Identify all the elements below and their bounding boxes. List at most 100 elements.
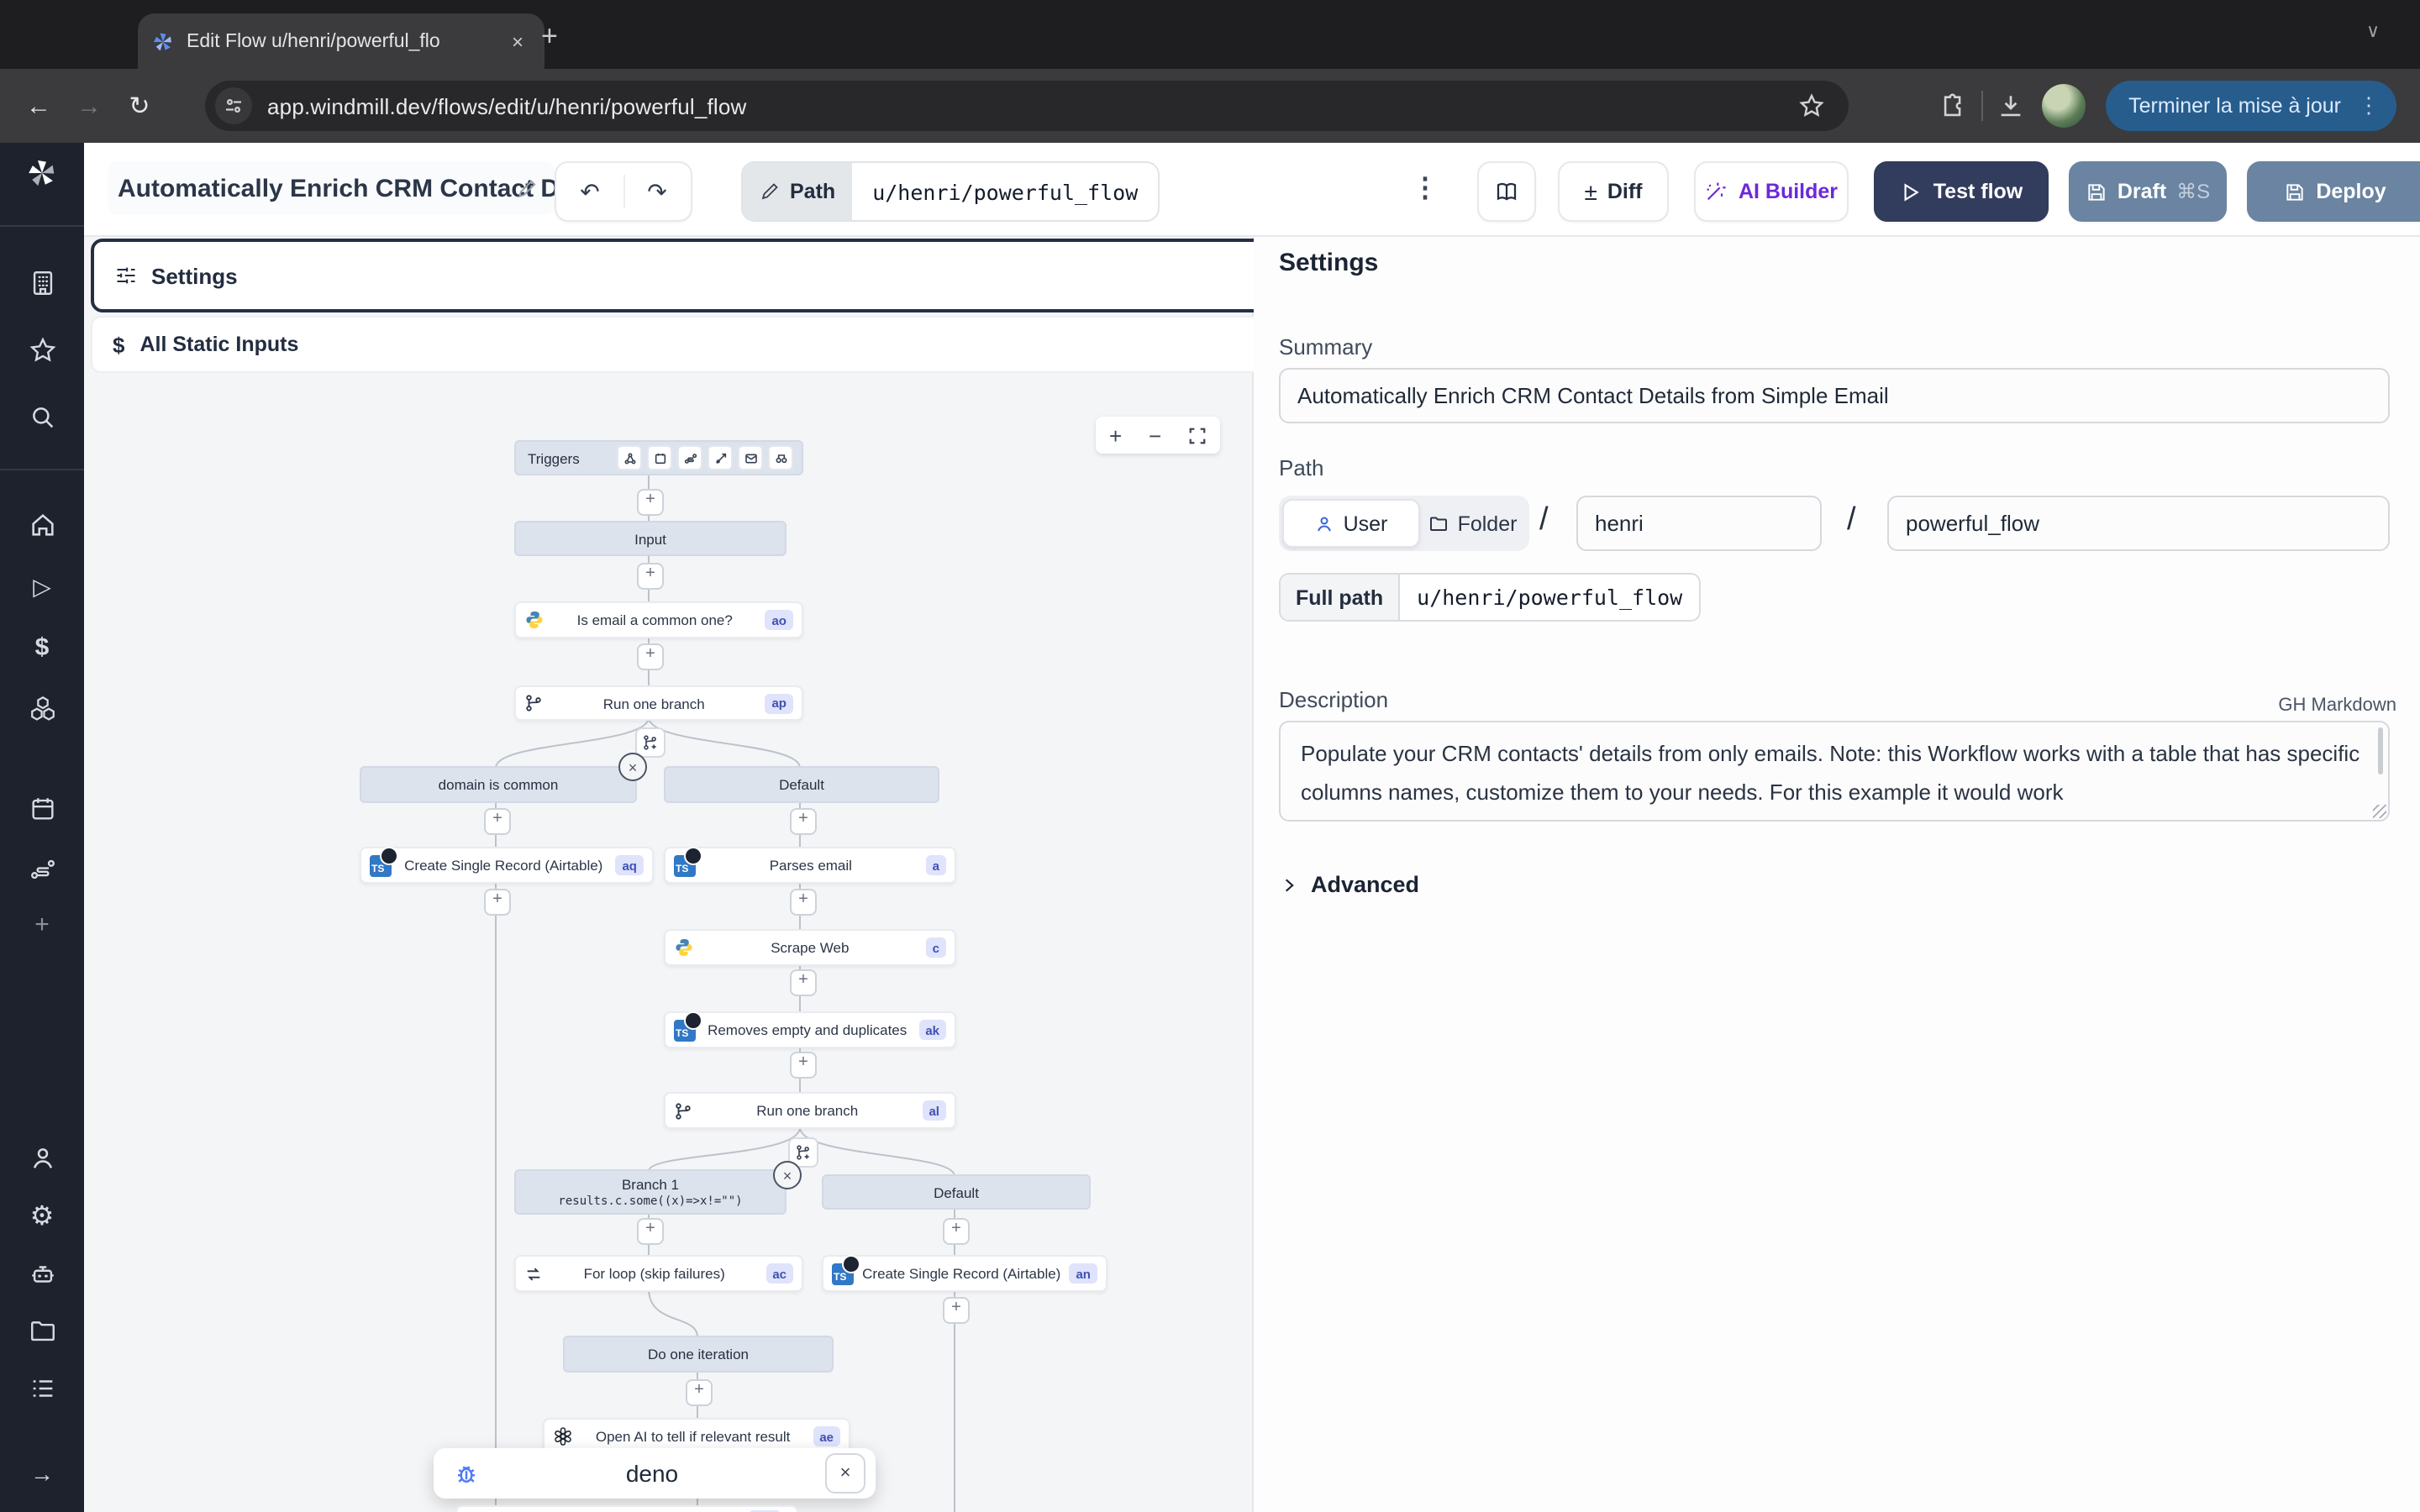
add-step-button[interactable]: +: [637, 563, 664, 590]
schedule-trigger-icon[interactable]: [647, 445, 672, 470]
flow-settings-selector[interactable]: Settings: [91, 239, 1281, 312]
all-static-inputs-selector[interactable]: $ All Static Inputs: [91, 316, 1277, 373]
user-toggle[interactable]: User: [1282, 499, 1420, 548]
tab-search-chevron-icon[interactable]: ∨: [2366, 20, 2380, 42]
folder-toggle[interactable]: Folder: [1420, 512, 1526, 535]
webhook-trigger-icon[interactable]: [617, 445, 642, 470]
save-draft-button[interactable]: Draft ⌘S: [2069, 161, 2227, 222]
branch-node-default-2[interactable]: Default: [822, 1174, 1091, 1210]
settings-gear-icon[interactable]: ⚙: [0, 1200, 84, 1233]
forward-icon[interactable]: →: [64, 92, 114, 120]
browser-tab[interactable]: Edit Flow u/henri/powerful_flo ×: [138, 13, 544, 69]
resources-cubes-icon[interactable]: [0, 694, 84, 722]
advanced-section-toggle[interactable]: Advanced: [1281, 872, 1419, 897]
flow-node-create-record-1[interactable]: TS Create Single Record (Airtable) aq: [360, 847, 654, 884]
add-step-button[interactable]: +: [484, 808, 511, 835]
more-options-kebab-icon[interactable]: ⋮: [1412, 171, 1439, 205]
downloads-icon[interactable]: [1996, 92, 2024, 120]
browser-update-button[interactable]: Terminer la mise à jour ⋮: [2105, 81, 2396, 131]
flow-node-partial[interactable]: [455, 1505, 798, 1512]
flow-node-create-record-2[interactable]: TS Create Single Record (Airtable) an: [822, 1255, 1107, 1292]
http-route-trigger-icon[interactable]: [677, 445, 702, 470]
flow-node-parses-email[interactable]: TS Parses email a: [664, 847, 956, 884]
bookmark-star-icon[interactable]: [1798, 92, 1825, 119]
site-settings-icon[interactable]: [215, 87, 252, 124]
flow-node-run-one-branch-1[interactable]: Run one branch ap: [514, 685, 803, 721]
add-branch-button[interactable]: [635, 727, 666, 758]
flow-node-removes-empty[interactable]: TS Removes empty and duplicates ak: [664, 1011, 956, 1048]
folders-icon[interactable]: [0, 1317, 84, 1346]
test-flow-button[interactable]: Test flow: [1874, 161, 2049, 222]
tab-close-icon[interactable]: ×: [504, 28, 531, 55]
play-icon: [1900, 181, 1922, 202]
owner-input[interactable]: [1576, 496, 1822, 551]
popup-close-button[interactable]: ×: [825, 1453, 865, 1494]
add-step-button[interactable]: +: [790, 889, 817, 916]
add-step-button[interactable]: +: [637, 489, 664, 516]
zoom-in-button[interactable]: +: [1109, 424, 1122, 446]
workspace-icon[interactable]: [0, 269, 84, 297]
address-bar[interactable]: app.windmill.dev/flows/edit/u/henri/powe…: [205, 81, 1849, 131]
textarea-scrollbar[interactable]: [2378, 727, 2383, 774]
reload-icon[interactable]: ↻: [114, 91, 165, 121]
flows-route-icon[interactable]: [0, 855, 84, 884]
flow-name-input[interactable]: [1887, 496, 2390, 551]
profile-avatar[interactable]: [2041, 84, 2085, 128]
search-icon[interactable]: [0, 403, 84, 432]
diff-button[interactable]: ± Diff: [1558, 161, 1669, 222]
expand-sidebar-arrow-icon[interactable]: →: [0, 1460, 84, 1487]
description-textarea[interactable]: Populate your CRM contacts' details from…: [1279, 721, 2390, 822]
branch-node-branch-1[interactable]: Branch 1 results.c.some((x)=>x!=""): [514, 1169, 786, 1215]
scrape-trigger-icon[interactable]: [768, 445, 793, 470]
schedules-calendar-icon[interactable]: [0, 795, 84, 823]
summary-input[interactable]: [1279, 368, 2390, 423]
flow-node-scrape-web[interactable]: Scrape Web c: [664, 929, 956, 966]
flow-node-do-one-iteration[interactable]: Do one iteration: [563, 1336, 834, 1373]
textarea-resize-grip[interactable]: [2373, 805, 2386, 818]
branch-node-default-1[interactable]: Default: [664, 766, 939, 803]
remove-branch-button[interactable]: ×: [618, 753, 647, 781]
remove-branch-button[interactable]: ×: [773, 1161, 802, 1189]
add-step-button[interactable]: +: [943, 1218, 970, 1245]
flow-node-is-email-common[interactable]: Is email a common one? ao: [514, 601, 803, 638]
branch-node-domain-is-common[interactable]: domain is common: [360, 766, 637, 803]
redo-button[interactable]: ↷: [624, 177, 690, 206]
docs-book-button[interactable]: [1477, 161, 1536, 222]
user-icon[interactable]: [0, 1144, 84, 1173]
path-chip[interactable]: Path u/henri/powerful_flow: [741, 161, 1160, 222]
windmill-logo-icon[interactable]: [0, 156, 84, 190]
favorites-star-icon[interactable]: [0, 336, 84, 365]
runs-play-icon[interactable]: ▷: [0, 573, 84, 601]
variables-dollar-icon[interactable]: $: [0, 633, 84, 662]
logs-list-icon[interactable]: [0, 1374, 84, 1403]
ai-builder-button[interactable]: AI Builder: [1694, 161, 1849, 222]
add-step-button[interactable]: +: [790, 1052, 817, 1079]
deploy-button[interactable]: Deploy ∨: [2247, 161, 2420, 222]
deno-popup[interactable]: deno ×: [434, 1448, 876, 1499]
back-icon[interactable]: ←: [13, 92, 64, 120]
home-icon[interactable]: [0, 511, 84, 539]
new-tab-button[interactable]: +: [541, 20, 558, 54]
extensions-icon[interactable]: [1939, 92, 1967, 120]
flow-node-for-loop[interactable]: For loop (skip failures) ac: [514, 1255, 803, 1292]
add-step-button[interactable]: +: [790, 969, 817, 996]
undo-button[interactable]: ↶: [557, 177, 623, 206]
flow-title[interactable]: Automatically Enrich CRM Contact D: [108, 161, 555, 215]
email-trigger-icon[interactable]: [738, 445, 763, 470]
add-step-button[interactable]: +: [637, 643, 664, 670]
add-step-button[interactable]: +: [484, 889, 511, 916]
add-step-button[interactable]: +: [686, 1379, 713, 1406]
workers-robot-icon[interactable]: [0, 1260, 84, 1289]
triggers-node[interactable]: Triggers: [514, 440, 803, 475]
add-step-button[interactable]: +: [637, 1218, 664, 1245]
flow-node-run-one-branch-2[interactable]: Run one branch al: [664, 1092, 956, 1129]
flow-node-input[interactable]: Input: [514, 521, 786, 556]
websocket-trigger-icon[interactable]: [708, 445, 733, 470]
add-step-button[interactable]: +: [790, 808, 817, 835]
browser-menu-icon[interactable]: ⋮: [2358, 92, 2380, 119]
add-step-button[interactable]: +: [943, 1297, 970, 1324]
zoom-out-button[interactable]: −: [1149, 424, 1161, 446]
edit-title-pencil-icon[interactable]: [516, 177, 538, 199]
add-plus-icon[interactable]: +: [0, 911, 84, 939]
fit-view-button[interactable]: [1188, 426, 1207, 444]
